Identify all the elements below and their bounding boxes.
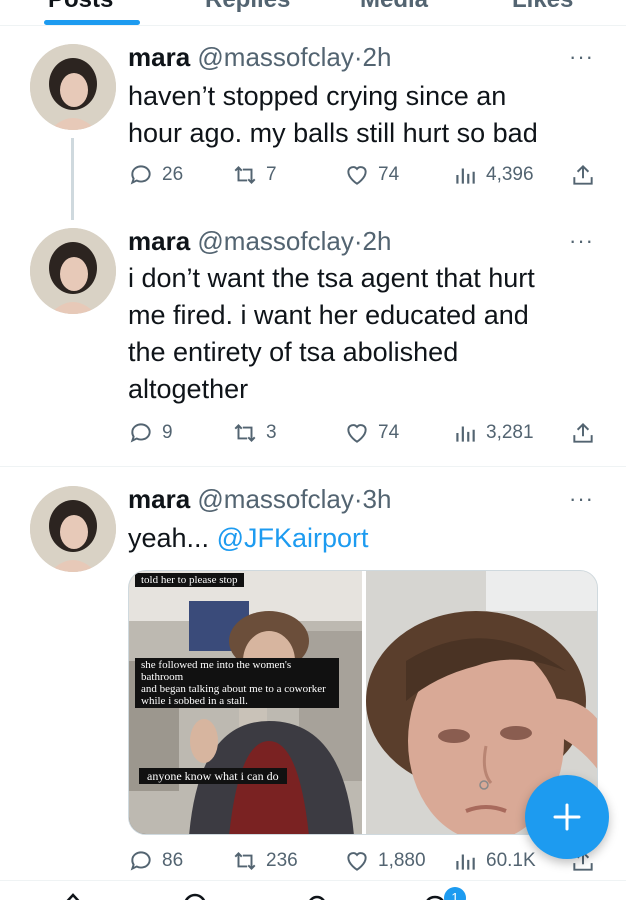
retweet-icon (234, 166, 256, 184)
retweet-count: 236 (266, 850, 298, 871)
like-button[interactable]: 1,880 (344, 848, 426, 874)
tweet-text-line: i don’t want the tsa agent that hurt (128, 263, 535, 293)
retweet-count: 3 (266, 422, 277, 443)
tweet-text-line: haven’t stopped crying since an (128, 81, 507, 111)
avatar[interactable] (30, 228, 116, 314)
tweet-header: mara @massofclay·2h (128, 42, 391, 72)
reply-button[interactable]: 26 (128, 162, 183, 188)
more-options-icon[interactable]: ··· (569, 486, 594, 512)
display-name[interactable]: mara (128, 42, 190, 72)
timestamp[interactable]: 2h (363, 42, 392, 72)
media-grid[interactable]: told her to please stop she followed me … (128, 570, 598, 835)
reply-button[interactable]: 9 (128, 420, 173, 446)
bottom-navigation: 1 (0, 880, 626, 900)
tweet-text: i don’t want the tsa agent that hurt me … (128, 260, 598, 408)
views-chart-icon (456, 426, 475, 442)
tweet-text-line: the entirety of tsa abolished (128, 337, 459, 367)
media-image-1[interactable]: told her to please stop she followed me … (129, 571, 362, 834)
like-count: 74 (378, 422, 400, 443)
retweet-button[interactable]: 3 (232, 420, 277, 446)
timestamp[interactable]: 2h (363, 226, 392, 256)
active-tab-indicator (44, 20, 140, 25)
views-button[interactable]: 4,396 (452, 162, 534, 188)
user-handle[interactable]: @massofclay (197, 42, 353, 72)
tweet-header: mara @massofclay·2h (128, 226, 391, 256)
views-button[interactable]: 3,281 (452, 420, 534, 446)
more-options-icon[interactable]: ··· (569, 228, 594, 254)
display-name[interactable]: mara (128, 226, 190, 256)
media-caption-line: while i sobbed in a stall. (141, 695, 248, 707)
like-button[interactable]: 74 (344, 420, 399, 446)
heart-icon (347, 852, 367, 871)
communities-icon[interactable] (302, 891, 332, 900)
media-caption: anyone know what i can do (139, 768, 287, 784)
tweet-text-line: hour ago. my balls still hurt so bad (128, 118, 538, 148)
share-icon (573, 164, 593, 185)
timestamp[interactable]: 3h (363, 484, 392, 514)
tab-replies[interactable]: Replies (205, 0, 290, 14)
like-count: 1,880 (378, 850, 426, 871)
share-icon (573, 422, 593, 443)
tweet-text-line: altogether (128, 374, 249, 404)
home-icon[interactable] (58, 889, 88, 900)
tweet-actions: 26 7 74 4,396 (128, 162, 600, 192)
view-count: 60.1K (486, 850, 536, 871)
plus-icon (553, 803, 581, 831)
tweet-divider (0, 466, 626, 467)
reply-count: 86 (162, 850, 184, 871)
media-caption: she followed me into the women's bathroo… (135, 658, 339, 708)
tab-posts[interactable]: Posts (48, 0, 113, 14)
retweet-button[interactable]: 7 (232, 162, 277, 188)
media-caption-line: she followed me into the women's bathroo… (141, 659, 292, 683)
retweet-icon (234, 424, 256, 442)
view-count: 4,396 (486, 164, 534, 185)
like-count: 74 (378, 164, 400, 185)
share-button[interactable] (570, 420, 596, 446)
compose-button[interactable] (525, 775, 609, 859)
search-icon[interactable] (180, 891, 210, 900)
reply-icon (130, 423, 151, 443)
media-caption: told her to please stop (135, 573, 244, 587)
tweet-text-line: yeah... (128, 523, 217, 553)
reply-icon (130, 851, 151, 871)
tweet-actions: 86 236 1,880 60.1K (128, 848, 600, 878)
mention-link[interactable]: @JFKairport (217, 523, 369, 553)
separator: · (353, 226, 363, 256)
views-chart-icon (456, 168, 475, 184)
share-button[interactable] (570, 162, 596, 188)
retweet-count: 7 (266, 164, 277, 185)
display-name[interactable]: mara (128, 484, 190, 514)
more-options-icon[interactable]: ··· (569, 44, 594, 70)
tweet-header: mara @massofclay·3h (128, 484, 391, 514)
thread-line (71, 138, 74, 220)
tab-media[interactable]: Media (360, 0, 428, 14)
profile-tabs: Posts Replies Media Likes (0, 0, 626, 26)
avatar[interactable] (30, 486, 116, 572)
view-count: 3,281 (486, 422, 534, 443)
user-handle[interactable]: @massofclay (197, 226, 353, 256)
separator: · (353, 484, 363, 514)
notification-badge: 1 (444, 887, 466, 900)
heart-icon (347, 166, 367, 185)
tweet-text: yeah... @JFKairport (128, 520, 598, 557)
retweet-icon (234, 852, 256, 870)
avatar[interactable] (30, 44, 116, 130)
user-handle[interactable]: @massofclay (197, 484, 353, 514)
reply-count: 9 (162, 422, 173, 443)
retweet-button[interactable]: 236 (232, 848, 298, 874)
reply-count: 26 (162, 164, 184, 185)
tab-likes[interactable]: Likes (512, 0, 573, 14)
separator: · (353, 42, 363, 72)
like-button[interactable]: 74 (344, 162, 399, 188)
tweet-text-line: me fired. i want her educated and (128, 300, 529, 330)
reply-button[interactable]: 86 (128, 848, 183, 874)
reply-icon (130, 165, 151, 185)
tweet-actions: 9 3 74 3,281 (128, 420, 600, 450)
media-caption-line: and began talking about me to a coworker (141, 683, 326, 695)
tweet-text: haven’t stopped crying since an hour ago… (128, 78, 598, 152)
views-chart-icon (456, 854, 475, 870)
views-button[interactable]: 60.1K (452, 848, 536, 874)
heart-icon (347, 424, 367, 443)
